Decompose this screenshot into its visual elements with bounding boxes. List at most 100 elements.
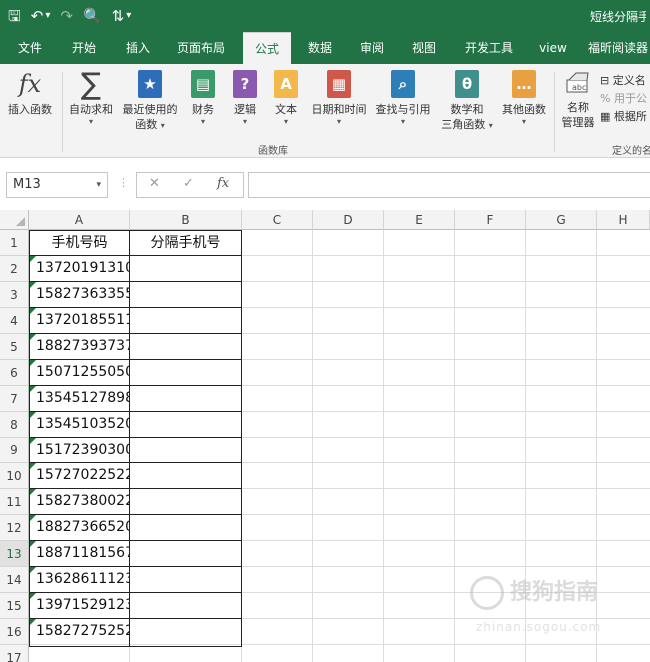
row-header[interactable]: 6 bbox=[0, 360, 29, 386]
phone-cell[interactable]: 18871181567 bbox=[30, 541, 129, 566]
name-manager-button[interactable]: abc 名称 管理器 bbox=[558, 70, 598, 130]
split-phone-cell[interactable] bbox=[130, 386, 241, 411]
tab-file[interactable]: 文件 bbox=[8, 32, 52, 64]
split-phone-cell[interactable] bbox=[130, 515, 241, 540]
tab-review[interactable]: 审阅 bbox=[350, 32, 394, 64]
tab-page-layout[interactable]: 页面布局 bbox=[170, 32, 232, 64]
undo-dropdown-icon[interactable]: ▾ bbox=[45, 6, 50, 26]
tab-view[interactable]: 视图 bbox=[402, 32, 446, 64]
logical-button[interactable]: ? 逻辑 ▾ bbox=[230, 70, 260, 127]
split-phone-cell[interactable] bbox=[130, 308, 241, 333]
row-header[interactable]: 11 bbox=[0, 489, 29, 515]
cancel-icon[interactable]: ✕ bbox=[149, 176, 160, 191]
row-header[interactable]: 17 bbox=[0, 645, 29, 662]
row-header[interactable]: 13 bbox=[0, 541, 29, 567]
row-header[interactable]: 2 bbox=[0, 256, 29, 282]
print-preview-icon[interactable]: 🔍 bbox=[83, 6, 102, 26]
more-functions-button[interactable]: … 其他函数 ▾ bbox=[498, 70, 550, 127]
datetime-button[interactable]: ▦ 日期和时间 ▾ bbox=[308, 70, 370, 127]
enter-icon[interactable]: ✓ bbox=[183, 176, 194, 191]
header-cell-split-phone[interactable]: 分隔手机号 bbox=[130, 231, 241, 255]
formula-input[interactable] bbox=[248, 172, 650, 198]
autosum-button[interactable]: ∑ 自动求和 ▾ bbox=[66, 70, 116, 127]
tab-data[interactable]: 数据 bbox=[298, 32, 342, 64]
tab-view-en[interactable]: view bbox=[532, 32, 574, 64]
column-header-b[interactable]: B bbox=[130, 210, 242, 230]
phone-cell[interactable]: 13628611123 bbox=[30, 567, 129, 592]
name-box[interactable]: M13 ▾ bbox=[6, 172, 108, 198]
phone-cell[interactable]: 15827275252 bbox=[30, 619, 129, 644]
insert-function-button[interactable]: fx 插入函数 bbox=[4, 70, 56, 117]
fx-icon: fx bbox=[18, 70, 42, 98]
split-phone-cell[interactable] bbox=[130, 282, 241, 307]
customize-qat-icon[interactable]: ▾ bbox=[126, 6, 131, 26]
phone-cell[interactable]: 15172390300 bbox=[30, 438, 129, 462]
row-header[interactable]: 10 bbox=[0, 463, 29, 489]
split-phone-cell[interactable] bbox=[130, 360, 241, 385]
split-phone-cell[interactable] bbox=[130, 541, 241, 566]
insert-function-icon[interactable]: fx bbox=[217, 176, 229, 191]
column-header-a[interactable]: A bbox=[29, 210, 130, 230]
phone-cell[interactable]: 18827366520 bbox=[30, 515, 129, 540]
column-header-c[interactable]: C bbox=[242, 210, 313, 230]
tab-foxit-reader[interactable]: 福昕阅读器 bbox=[588, 32, 650, 64]
sort-icon[interactable]: ⇅ bbox=[112, 6, 125, 26]
select-all-corner[interactable] bbox=[0, 210, 29, 230]
tab-formulas[interactable]: 公式 bbox=[243, 32, 291, 64]
create-from-selection-button[interactable]: ▦ 根据所 bbox=[600, 108, 647, 126]
math-trig-button[interactable]: θ 数学和 三角函数 ▾ bbox=[438, 70, 496, 132]
row-header[interactable]: 7 bbox=[0, 386, 29, 412]
financial-button[interactable]: ▤ 财务 ▾ bbox=[188, 70, 218, 127]
phone-cell[interactable]: 15727022522 bbox=[30, 463, 129, 488]
column-header-f[interactable]: F bbox=[455, 210, 526, 230]
phone-cell[interactable]: 13545103520 bbox=[30, 412, 129, 437]
split-phone-cell[interactable] bbox=[130, 619, 241, 644]
phone-cell[interactable]: 15827363355 bbox=[30, 282, 129, 307]
define-name-button[interactable]: ⊟ 定义名 bbox=[600, 72, 647, 90]
lookup-reference-button[interactable]: ⌕ 查找与引用 ▾ bbox=[372, 70, 434, 127]
tab-insert[interactable]: 插入 bbox=[116, 32, 160, 64]
chevron-down-icon[interactable]: ▾ bbox=[96, 173, 101, 197]
header-cell-phone[interactable]: 手机号码 bbox=[30, 231, 129, 255]
row-header[interactable]: 16 bbox=[0, 619, 29, 645]
row-header[interactable]: 3 bbox=[0, 282, 29, 308]
row-header[interactable]: 12 bbox=[0, 515, 29, 541]
text-a-icon: A bbox=[274, 70, 298, 98]
split-phone-cell[interactable] bbox=[130, 489, 241, 514]
phone-cell[interactable]: 15071255050 bbox=[30, 360, 129, 385]
phone-cell[interactable]: 13545127898 bbox=[30, 386, 129, 411]
split-phone-cell[interactable] bbox=[130, 412, 241, 437]
phone-cell[interactable]: 13720185511 bbox=[30, 308, 129, 333]
tab-home[interactable]: 开始 bbox=[62, 32, 106, 64]
phone-cell[interactable]: 13720191310 bbox=[30, 256, 129, 281]
column-header-g[interactable]: G bbox=[526, 210, 597, 230]
formula-bar-splitter[interactable]: ⋮ bbox=[118, 176, 129, 189]
column-header-d[interactable]: D bbox=[313, 210, 384, 230]
phone-cell[interactable]: 18827393737 bbox=[30, 334, 129, 359]
calendar-icon: ▦ bbox=[327, 70, 351, 98]
recent-functions-button[interactable]: ★ 最近使用的 函数 ▾ bbox=[120, 70, 180, 132]
row-header[interactable]: 4 bbox=[0, 308, 29, 334]
row-header[interactable]: 8 bbox=[0, 412, 29, 438]
split-phone-cell[interactable] bbox=[130, 438, 241, 462]
split-phone-cell[interactable] bbox=[130, 463, 241, 488]
column-header-e[interactable]: E bbox=[384, 210, 455, 230]
row-header[interactable]: 14 bbox=[0, 567, 29, 593]
title-bar: 🖫 ↶ ▾ ↷ 🔍 ⇅ ▾ 短线分隔手 bbox=[0, 0, 650, 32]
phone-cell[interactable]: 15827380022 bbox=[30, 489, 129, 514]
split-phone-cell[interactable] bbox=[130, 334, 241, 359]
row-header[interactable]: 1 bbox=[0, 230, 29, 256]
gridline bbox=[312, 230, 313, 662]
row-header[interactable]: 9 bbox=[0, 438, 29, 463]
row-header[interactable]: 15 bbox=[0, 593, 29, 619]
split-phone-cell[interactable] bbox=[130, 256, 241, 281]
phone-cell[interactable]: 13971529123 bbox=[30, 593, 129, 618]
column-header-h[interactable]: H bbox=[597, 210, 650, 230]
tab-developer[interactable]: 开发工具 bbox=[458, 32, 520, 64]
save-icon[interactable]: 🖫 bbox=[8, 6, 21, 26]
row-header[interactable]: 5 bbox=[0, 334, 29, 360]
text-button[interactable]: A 文本 ▾ bbox=[271, 70, 301, 127]
split-phone-cell[interactable] bbox=[130, 593, 241, 618]
undo-icon[interactable]: ↶ bbox=[31, 6, 44, 26]
split-phone-cell[interactable] bbox=[130, 567, 241, 592]
